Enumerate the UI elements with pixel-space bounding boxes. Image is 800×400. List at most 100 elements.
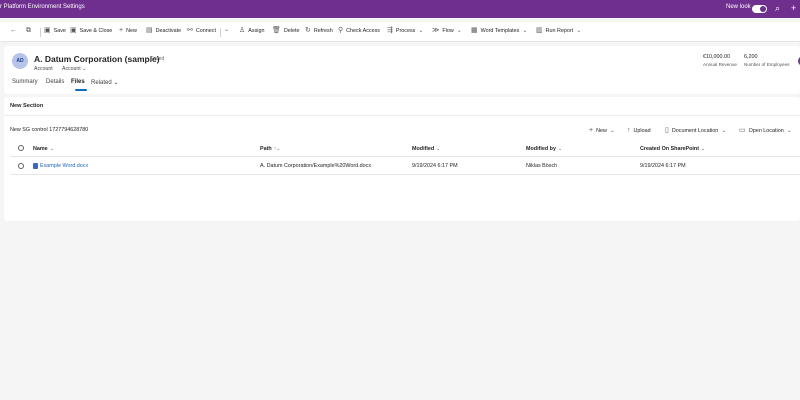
tab-details[interactable]: Details (46, 79, 64, 85)
back-arrow-icon: ← (10, 27, 17, 34)
add-icon[interactable]: + (791, 3, 796, 13)
chevron-down-icon: ⌄ (418, 27, 424, 34)
command-bar: ← ⧉ ▣ Save ▣ Save & Close + New ▤ Deactivate… (0, 22, 800, 42)
environment-title: r Platform Environment Settings (0, 4, 85, 10)
refresh-icon: ↻ (305, 27, 311, 34)
column-header-created-on-sharepoint[interactable]: Created On SharePoint ⌄ (640, 146, 705, 152)
file-name: Example Word.docx (40, 163, 89, 169)
process-button[interactable]: ⇶ Process ⌄ (387, 27, 423, 34)
sort-icon: ⌄ (49, 146, 54, 152)
app-header-bar: r Platform Environment Settings New look… (0, 0, 800, 18)
column-label: Path (260, 146, 272, 152)
employees-value: 6,200 (744, 54, 758, 60)
column-header-modified-by[interactable]: Modified by ⌄ (526, 146, 562, 152)
new-look-toggle[interactable] (752, 5, 767, 13)
connect-label: Connect (195, 27, 216, 34)
run-report-label: Run Report (545, 27, 574, 34)
column-header-modified[interactable]: Modified ⌄ (412, 146, 440, 152)
deactivate-button[interactable]: ▤ Deactivate (146, 27, 181, 34)
sort-ascending-icon: ↑⌄ (273, 146, 281, 152)
file-name-link[interactable]: Example Word.docx (33, 163, 88, 169)
save-status: - Saved (147, 56, 165, 62)
plus-icon: + (589, 127, 594, 134)
files-section: New Section New SG control 1727794628780… (4, 97, 800, 221)
employees-label: Number of Employees (744, 62, 790, 67)
document-location-button[interactable]: ▯ Document Location ⌄ (665, 127, 726, 134)
tab-files[interactable]: Files (71, 79, 85, 85)
chevron-down-icon: ⌄ (224, 27, 230, 33)
assign-button[interactable]: ♙ Assign (239, 27, 264, 34)
tab-summary[interactable]: Summary (12, 79, 38, 85)
column-header-name[interactable]: Name ⌄ (33, 146, 54, 152)
subgrid-title: New SG control 1727794628780 (10, 127, 89, 133)
save-label: Save (53, 27, 66, 34)
word-templates-label: Word Templates (480, 27, 520, 34)
column-label: Created On SharePoint (640, 146, 700, 152)
file-path: A. Datum Corporation/Example%20Word.docx (260, 163, 372, 169)
delete-button[interactable]: 🗑 Delete (272, 27, 299, 34)
connect-button[interactable]: ⚯ Connect (187, 27, 216, 34)
annual-revenue-value: €10,000.00 (703, 54, 730, 60)
word-document-icon (33, 163, 38, 169)
sort-icon: ⌄ (701, 146, 706, 152)
chevron-down-icon: ⌄ (456, 27, 462, 34)
refresh-button[interactable]: ↻ Refresh (305, 27, 333, 34)
column-header-path[interactable]: Path ↑⌄ (260, 146, 280, 152)
deactivate-icon: ▤ (146, 27, 153, 34)
chevron-down-icon: ⌄ (721, 127, 727, 134)
trash-icon: 🗑 (272, 27, 281, 34)
person-icon: ♙ (239, 27, 246, 34)
plus-icon: + (119, 27, 124, 34)
form-selector[interactable]: Account ⌄ (62, 66, 87, 72)
column-label: Modified (412, 146, 435, 152)
connect-icon: ⚯ (187, 27, 193, 34)
upload-icon: ↑ (627, 127, 631, 134)
section-divider (4, 115, 800, 116)
grid-new-label: New (596, 127, 607, 134)
tab-related[interactable]: Related ⌄ (91, 79, 118, 86)
open-location-button[interactable]: ▭ Open Location ⌄ (739, 127, 792, 134)
flow-label: Flow (442, 27, 454, 34)
column-label: Name (33, 146, 48, 152)
popout-button[interactable]: ⧉ (26, 27, 34, 34)
record-title: A. Datum Corporation (sample) (34, 54, 160, 64)
sort-icon: ⌄ (557, 146, 563, 152)
flow-button[interactable]: ≫ Flow ⌄ (432, 27, 462, 34)
word-template-icon: ▦ (471, 27, 478, 34)
chevron-down-icon: ⌄ (609, 127, 615, 134)
check-access-label: Check Access (346, 27, 380, 34)
divider (40, 28, 41, 37)
run-report-button[interactable]: ▥ Run Report ⌄ (536, 27, 581, 34)
open-in-new-window-icon: ⧉ (26, 27, 31, 34)
chevron-down-icon: ⌄ (82, 66, 87, 72)
save-button[interactable]: ▣ Save (44, 27, 66, 34)
select-all-checkbox[interactable] (18, 145, 24, 151)
chevron-down-icon: ⌄ (113, 80, 119, 86)
save-close-button[interactable]: ▣ Save & Close (70, 27, 112, 34)
new-label: New (126, 27, 137, 34)
row-select-checkbox[interactable] (18, 163, 24, 169)
divider (220, 28, 221, 37)
new-button[interactable]: + New (119, 27, 137, 34)
search-icon[interactable]: ⌕ (775, 3, 780, 13)
row-divider (10, 174, 800, 175)
entity-name: Account (34, 66, 53, 72)
created-on-sharepoint: 9/19/2024 6:17 PM (640, 163, 686, 169)
save-icon: ▣ (44, 27, 51, 34)
shield-check-icon: ⚲ (338, 27, 344, 34)
grid-new-button[interactable]: + New ⌄ (589, 127, 615, 134)
refresh-label: Refresh (313, 27, 333, 34)
grid-upload-button[interactable]: ↑ Upload (627, 127, 651, 134)
back-button[interactable]: ← (10, 27, 20, 34)
avatar: AD (12, 53, 28, 69)
deactivate-label: Deactivate (155, 27, 182, 34)
word-templates-button[interactable]: ▦ Word Templates ⌄ (471, 27, 527, 34)
active-tab-indicator (75, 89, 87, 91)
check-access-button[interactable]: ⚲ Check Access (338, 27, 380, 34)
assign-label: Assign (248, 27, 265, 34)
form-name: Account (62, 66, 81, 72)
column-label: Modified by (526, 146, 556, 152)
connect-more-button[interactable]: ⌄ (224, 27, 229, 33)
save-close-icon: ▣ (70, 27, 77, 34)
process-label: Process (395, 27, 416, 34)
